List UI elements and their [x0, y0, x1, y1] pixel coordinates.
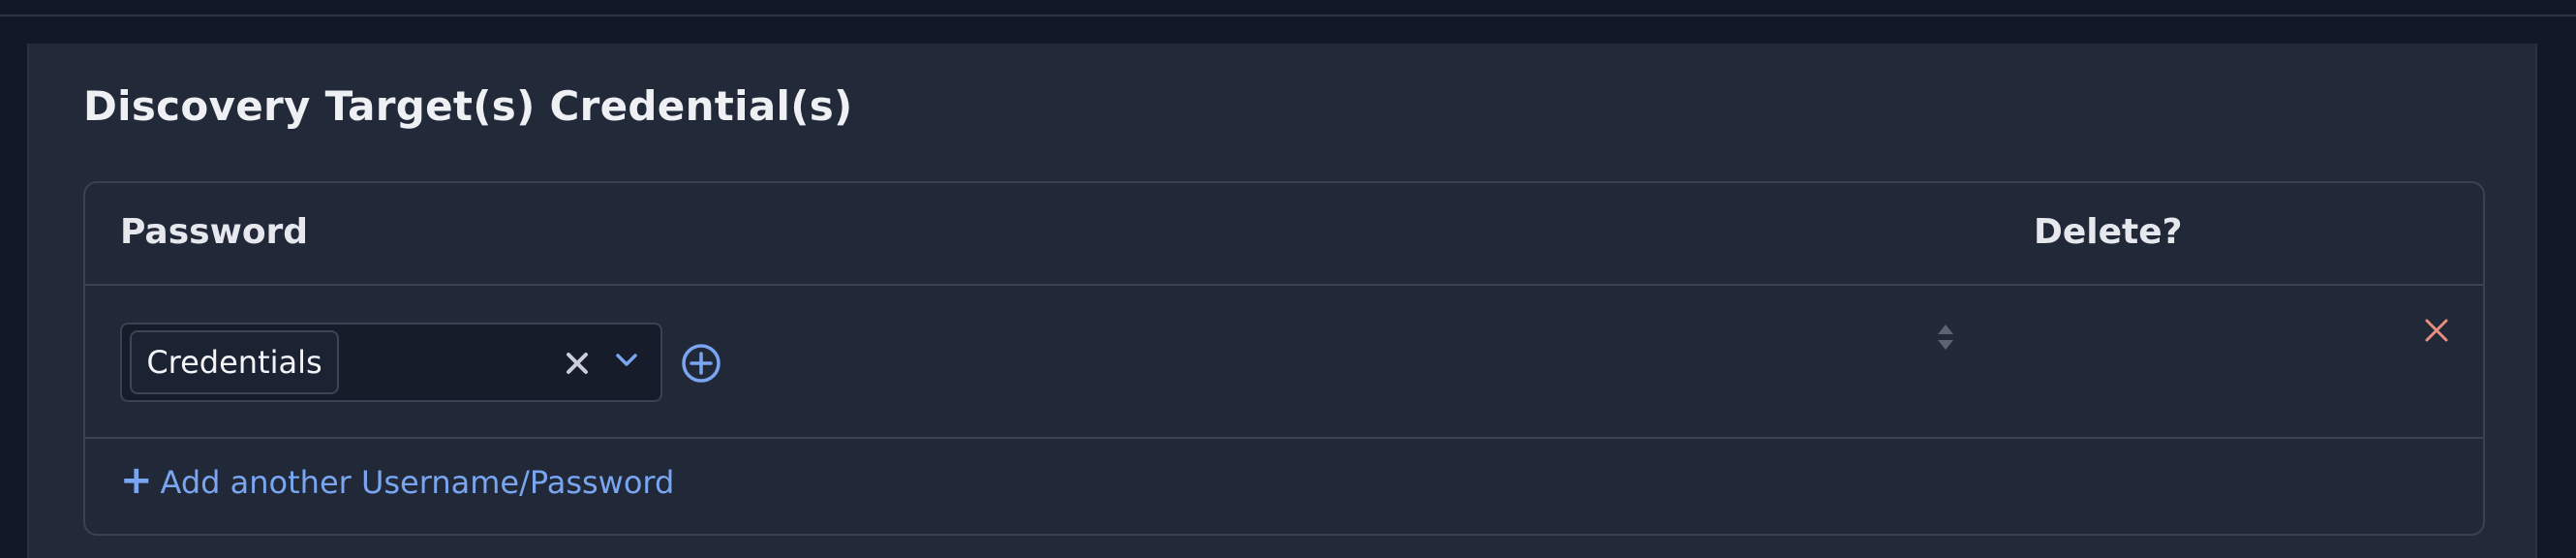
- close-icon[interactable]: [560, 346, 595, 381]
- credential-select[interactable]: Credentials: [120, 323, 662, 402]
- plus-icon: +: [120, 458, 153, 503]
- add-credential-label: Add another Username/Password: [160, 464, 675, 501]
- plus-circle-icon[interactable]: [680, 342, 722, 385]
- panel-title: Discovery Target(s) Credential(s): [83, 82, 853, 130]
- chevron-down-icon[interactable]: [610, 346, 643, 375]
- sort-icon[interactable]: [1933, 321, 1958, 354]
- add-credential-link[interactable]: + Add another Username/Password: [120, 458, 675, 503]
- table-header: Password Delete?: [85, 183, 2483, 286]
- column-header-delete: Delete?: [2034, 212, 2183, 252]
- selected-credential-chip: Credentials: [130, 330, 339, 394]
- delete-row-close-icon[interactable]: [2421, 315, 2452, 346]
- table-row: Credentials: [85, 286, 2483, 439]
- credentials-panel: Discovery Target(s) Credential(s) Passwo…: [27, 44, 2537, 558]
- column-header-password: Password: [120, 212, 309, 252]
- credentials-table: Password Delete? Credentials + Add anoth…: [83, 181, 2485, 536]
- page-body: Discovery Target(s) Credential(s) Passwo…: [0, 16, 2576, 558]
- top-bar: [0, 0, 2576, 16]
